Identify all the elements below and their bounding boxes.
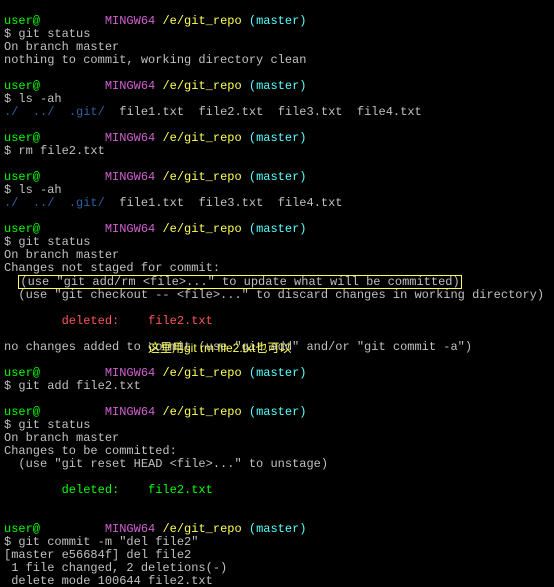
status-out: Changes not staged for commit: <box>4 261 220 275</box>
ls-dir: ./ <box>4 196 18 210</box>
prompt-path: /e/git_repo <box>162 79 241 93</box>
prompt-user: user@ <box>4 170 40 184</box>
cmd-line[interactable]: $ ls -ah <box>4 183 62 197</box>
prompt-user: user@ <box>4 14 40 28</box>
prompt-branch: (master) <box>249 170 307 184</box>
prompt-branch: (master) <box>249 222 307 236</box>
terminal-output: user@ MINGW64 /e/git_repo (master) $ git… <box>0 0 554 587</box>
status-out: On branch master <box>4 431 119 445</box>
prompt-path: /e/git_repo <box>162 405 241 419</box>
ls-file: file1.txt <box>119 105 184 119</box>
prompt-branch: (master) <box>249 522 307 536</box>
prompt-branch: (master) <box>249 131 307 145</box>
prompt-path: /e/git_repo <box>162 14 241 28</box>
deleted-label: deleted: <box>4 314 119 328</box>
prompt-path: /e/git_repo <box>162 366 241 380</box>
ls-file: file3.txt <box>278 105 343 119</box>
prompt-mingw: MINGW64 <box>105 14 155 28</box>
cmd-line[interactable]: $ ls -ah <box>4 92 62 106</box>
prompt-branch: (master) <box>249 366 307 380</box>
commit-out: 1 file changed, 2 deletions(-) <box>4 561 227 575</box>
ls-file: file2.txt <box>198 105 263 119</box>
prompt-mingw: MINGW64 <box>105 170 155 184</box>
commit-out: [master e56684f] del file2 <box>4 548 191 562</box>
prompt-branch: (master) <box>249 405 307 419</box>
prompt-path: /e/git_repo <box>162 222 241 236</box>
ls-dir: ../ <box>33 105 55 119</box>
prompt-path: /e/git_repo <box>162 170 241 184</box>
annotation-callout: 这里用git rm file2.txt也可以 <box>148 342 291 355</box>
deleted-file: file2.txt <box>119 483 213 497</box>
prompt-mingw: MINGW64 <box>105 222 155 236</box>
ls-dir: .git/ <box>69 196 105 210</box>
cmd-line[interactable]: $ rm file2.txt <box>4 144 105 158</box>
status-out: (use "git checkout -- <file>..." to disc… <box>4 288 544 302</box>
ls-file: file1.txt <box>119 196 184 210</box>
status-out: nothing to commit, working directory cle… <box>4 53 306 67</box>
status-out: On branch master <box>4 40 119 54</box>
ls-dir: ../ <box>33 196 55 210</box>
cmd-line[interactable]: $ git add file2.txt <box>4 379 141 393</box>
ls-file: file4.txt <box>278 196 343 210</box>
status-out: On branch master <box>4 248 119 262</box>
status-out: (use "git reset HEAD <file>..." to unsta… <box>4 457 328 471</box>
commit-out: delete mode 100644 file2.txt <box>4 574 213 587</box>
prompt-user: user@ <box>4 222 40 236</box>
prompt-path: /e/git_repo <box>162 131 241 145</box>
prompt-mingw: MINGW64 <box>105 522 155 536</box>
prompt-mingw: MINGW64 <box>105 405 155 419</box>
prompt-mingw: MINGW64 <box>105 79 155 93</box>
ls-file: file3.txt <box>198 196 263 210</box>
highlighted-hint: (use "git add/rm <file>..." to update wh… <box>18 275 461 289</box>
prompt-user: user@ <box>4 79 40 93</box>
deleted-file: file2.txt <box>119 314 213 328</box>
prompt-branch: (master) <box>249 79 307 93</box>
cmd-line[interactable]: $ git status <box>4 235 90 249</box>
prompt-mingw: MINGW64 <box>105 131 155 145</box>
prompt-user: user@ <box>4 405 40 419</box>
prompt-user: user@ <box>4 522 40 536</box>
prompt-user: user@ <box>4 131 40 145</box>
deleted-label: deleted: <box>4 483 119 497</box>
prompt-path: /e/git_repo <box>162 522 241 536</box>
ls-file: file4.txt <box>357 105 422 119</box>
ls-dir: .git/ <box>69 105 105 119</box>
prompt-branch: (master) <box>249 14 307 28</box>
prompt-user: user@ <box>4 366 40 380</box>
prompt-mingw: MINGW64 <box>105 366 155 380</box>
ls-dir: ./ <box>4 105 18 119</box>
cmd-line[interactable]: $ git commit -m "del file2" <box>4 535 198 549</box>
cmd-line[interactable]: $ git status <box>4 27 90 41</box>
status-out: Changes to be committed: <box>4 444 177 458</box>
cmd-line[interactable]: $ git status <box>4 418 90 432</box>
